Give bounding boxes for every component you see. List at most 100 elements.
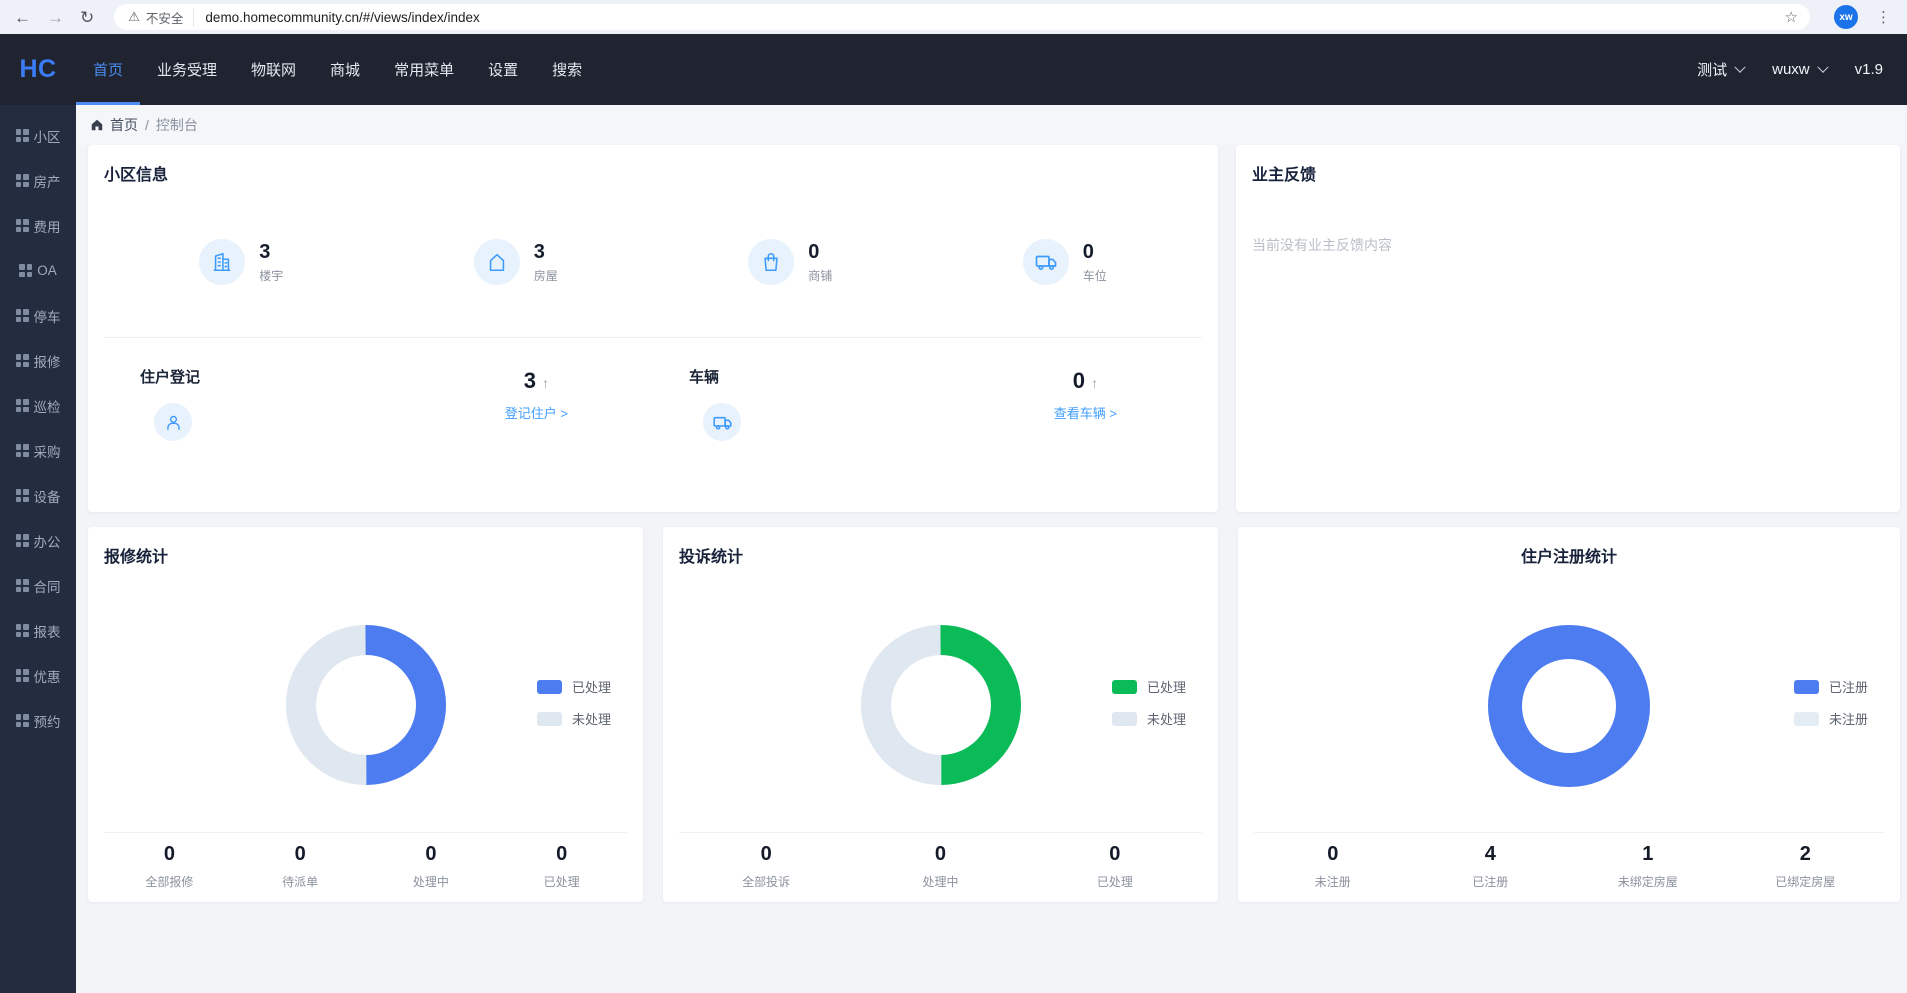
bookmark-star-icon[interactable]: ☆ <box>1785 8 1798 26</box>
legend-item[interactable]: 已注册 <box>1794 677 1868 696</box>
sidebar-item-label: 预约 <box>34 711 61 731</box>
top-navbar: HC 首页业务受理物联网商城常用菜单设置搜索 测试 wuxw v1.9 <box>0 34 1907 105</box>
breadcrumb-home[interactable]: 首页 <box>90 115 138 135</box>
sidebar-item-device[interactable]: 设备 <box>0 473 76 518</box>
sidebar-item-label: 房产 <box>34 171 61 191</box>
sidebar-item-label: 小区 <box>34 126 61 146</box>
chart-stat: 0待派单 <box>235 843 366 890</box>
donut-chart <box>1488 625 1650 787</box>
repair-stats-card: 报修统计已处理未处理0全部报修0待派单0处理中0已处理 <box>88 527 643 902</box>
legend-label: 未注册 <box>1829 709 1868 728</box>
browser-menu-icon[interactable]: ⋮ <box>1874 8 1893 26</box>
legend-item[interactable]: 已处理 <box>537 677 611 696</box>
community-switcher[interactable]: 测试 <box>1697 59 1744 80</box>
chart-stat: 0已处理 <box>1028 843 1202 890</box>
section-link-vehicle[interactable]: 查看车辆 > <box>1054 403 1117 422</box>
sidebar-item-oa[interactable]: OA <box>0 248 76 293</box>
chevron-down-icon <box>1817 61 1828 72</box>
grid-menu-icon <box>16 489 29 502</box>
stat-label: 房屋 <box>534 267 558 284</box>
grid-menu-icon <box>16 219 29 232</box>
stat-label: 车位 <box>1083 267 1107 284</box>
section-title: 住户登记 <box>140 366 200 387</box>
address-bar[interactable]: ⚠ 不安全 demo.homecommunity.cn/#/views/inde… <box>114 4 1810 30</box>
nav-item-business[interactable]: 业务受理 <box>140 34 234 105</box>
nav-item-mall[interactable]: 商城 <box>313 34 377 105</box>
community-stat: 0商铺 <box>653 239 928 285</box>
building-icon <box>199 239 245 285</box>
chart-stat: 0未注册 <box>1254 843 1412 890</box>
security-chip[interactable]: ⚠ 不安全 <box>128 8 194 27</box>
chart-stat: 0 处理中 <box>853 843 1027 890</box>
forward-icon[interactable]: → <box>47 9 64 26</box>
user-menu[interactable]: wuxw <box>1772 61 1827 78</box>
chart-stat: 1未绑定房屋 <box>1569 843 1727 890</box>
sidebar-item-label: 采购 <box>34 441 61 461</box>
version-label: v1.9 <box>1855 61 1883 78</box>
legend-item[interactable]: 未注册 <box>1794 709 1868 728</box>
chart-stat-value: 0 <box>679 843 853 866</box>
section-value: 3↑ <box>505 368 568 394</box>
chart-stat-value: 0 <box>104 843 235 866</box>
chart-stat-label: 待派单 <box>235 873 366 890</box>
chart-stat: 0已处理 <box>496 843 627 890</box>
community-stat: 3 房屋 <box>379 239 654 285</box>
nav-item-common-menu[interactable]: 常用菜单 <box>377 34 471 105</box>
chart-stat: 0全部投诉 <box>679 843 853 890</box>
legend-item[interactable]: 未处理 <box>537 709 611 728</box>
chart-stat: 0处理中 <box>366 843 497 890</box>
grid-menu-icon <box>16 354 29 367</box>
nav-items: 首页业务受理物联网商城常用菜单设置搜索 <box>76 34 599 105</box>
resident-icon <box>154 403 192 441</box>
sidebar-item-community[interactable]: 小区 <box>0 113 76 158</box>
chart-stat-value: 0 <box>853 843 1027 866</box>
sidebar-item-contract[interactable]: 合同 <box>0 563 76 608</box>
sidebar-item-office[interactable]: 办公 <box>0 518 76 563</box>
legend-item[interactable]: 已处理 <box>1112 677 1186 696</box>
back-icon[interactable]: ← <box>14 9 31 26</box>
nav-item-home[interactable]: 首页 <box>76 34 140 105</box>
legend-swatch <box>1794 680 1819 694</box>
sidebar-item-booking[interactable]: 预约 <box>0 698 76 743</box>
legend-swatch <box>1112 680 1137 694</box>
community-info-row: 住户登记3↑登记住户 >车辆0↑查看车辆 > <box>104 366 1202 441</box>
legend-label: 已注册 <box>1829 677 1868 696</box>
sidebar-item-parking[interactable]: 停车 <box>0 293 76 338</box>
sidebar-item-label: 设备 <box>34 486 61 506</box>
sidebar-item-label: 合同 <box>34 576 61 596</box>
sidebar-item-inspection[interactable]: 巡检 <box>0 383 76 428</box>
sidebar-item-report[interactable]: 报表 <box>0 608 76 653</box>
browser-avatar[interactable]: xw <box>1834 5 1858 29</box>
app-logo[interactable]: HC <box>0 34 76 105</box>
sidebar-item-property[interactable]: 房产 <box>0 158 76 203</box>
section-link-resident[interactable]: 登记住户 > <box>505 403 568 422</box>
warning-icon: ⚠ <box>128 9 140 25</box>
sidebar-item-repair[interactable]: 报修 <box>0 338 76 383</box>
chart-stats: 0全部报修0待派单0处理中0已处理 <box>104 832 627 902</box>
sidebar-item-fee[interactable]: 费用 <box>0 203 76 248</box>
donut-wrap <box>861 625 1021 790</box>
sidebar-item-label: 停车 <box>34 306 61 326</box>
nav-item-settings[interactable]: 设置 <box>471 34 535 105</box>
chart-title: 投诉统计 <box>679 543 1202 567</box>
grid-menu-icon <box>16 129 29 142</box>
sidebar-item-discount[interactable]: 优惠 <box>0 653 76 698</box>
stat-value: 3 <box>534 241 558 263</box>
reload-icon[interactable]: ↻ <box>80 9 94 26</box>
nav-item-iot[interactable]: 物联网 <box>234 34 313 105</box>
chart-stat-label: 处理中 <box>853 873 1027 890</box>
grid-menu-icon <box>16 399 29 412</box>
chart-stat: 2已绑定房屋 <box>1727 843 1885 890</box>
sidebar-item-label: 报修 <box>34 351 61 371</box>
chart-stat-value: 0 <box>1254 843 1412 866</box>
sidebar-item-purchase[interactable]: 采购 <box>0 428 76 473</box>
chart-stat-value: 4 <box>1412 843 1570 866</box>
legend-item[interactable]: 未处理 <box>1112 709 1186 728</box>
username-label: wuxw <box>1772 61 1810 78</box>
security-label: 不安全 <box>146 8 184 27</box>
nav-item-search[interactable]: 搜索 <box>535 34 599 105</box>
legend-label: 已处理 <box>572 677 611 696</box>
grid-menu-icon <box>16 174 29 187</box>
parking-icon <box>1023 239 1069 285</box>
chart-stat-label: 已处理 <box>1028 873 1202 890</box>
